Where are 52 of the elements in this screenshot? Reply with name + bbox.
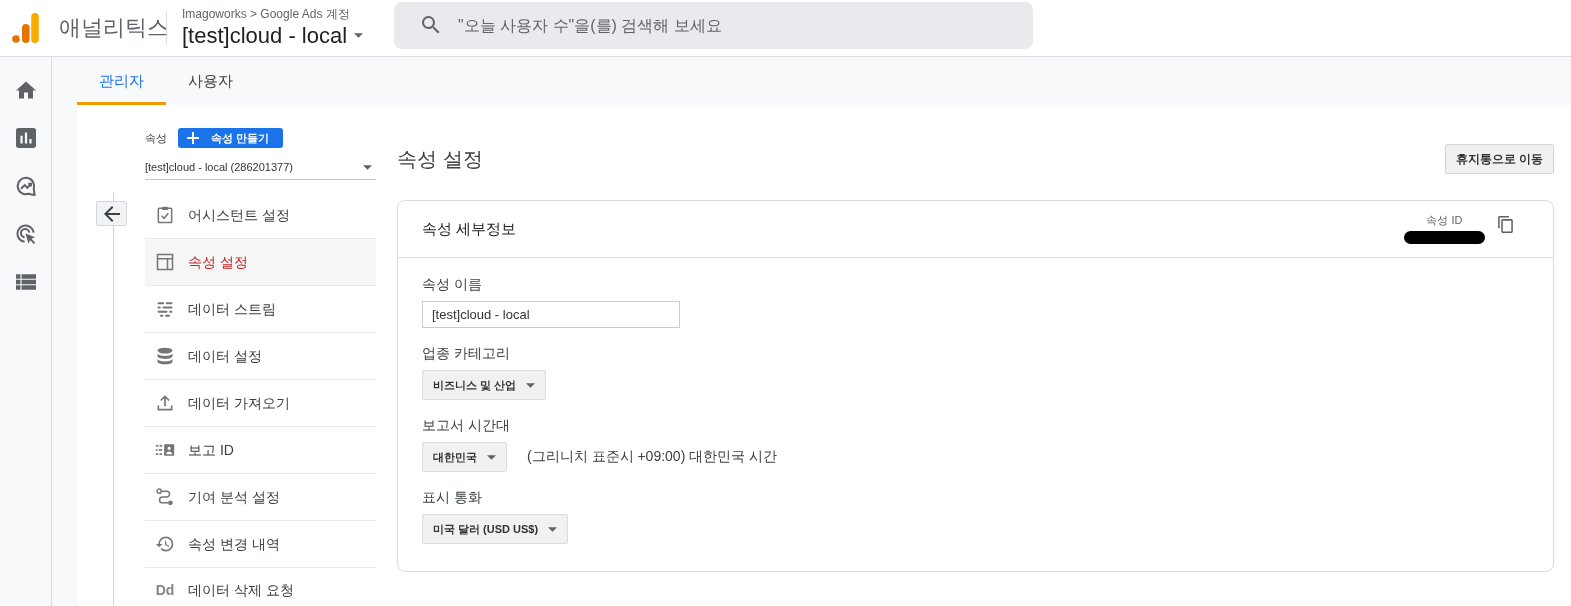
tab[interactable]: 사용자 [166,57,255,105]
nav-item[interactable]: 보고 ID [145,427,376,474]
search-icon [422,16,440,34]
bar-chart-icon[interactable] [15,128,36,148]
caret-icon [548,526,558,532]
nav-item[interactable]: 데이터 가져오기 [145,380,376,427]
page-title: 속성 설정 [397,147,483,172]
caret-icon [526,382,536,388]
caret-icon [363,164,372,170]
nav-item[interactable]: Dd 데이터 삭제 요청 [145,568,376,606]
home-icon[interactable] [15,80,36,100]
plus-icon [187,132,199,144]
field-label: 보고서 시간대 [422,416,510,435]
nav-item[interactable]: 데이터 스트림 [145,286,376,333]
timezone-note: (그리니치 표준시 +09:00) 대한민국 시간 [527,448,778,466]
logo-icon [12,13,39,43]
target-cursor-icon[interactable] [15,224,36,244]
caret-icon [487,454,496,460]
layout-icon [155,252,175,272]
stream-lines-icon [155,299,175,319]
create-property-button[interactable]: 속성 만들기 [178,128,284,148]
field-label: 표시 통화 [422,488,482,507]
account-title[interactable]: [test]cloud - local [182,21,348,50]
property-dropdown[interactable]: [test]cloud - local (286201377) [145,155,376,180]
nav-item[interactable]: 속성 설정 [145,239,376,286]
dropdown-button[interactable]: 미국 달러 (USD US$) [422,514,569,544]
breadcrumb[interactable]: Imagoworks > Google Ads 계정 [182,6,350,22]
product-name: 애널리틱스 [59,14,166,42]
field-label: 속성 이름 [422,275,482,294]
nav-item[interactable]: 기여 분석 설정 [145,474,376,521]
id-label: 속성 ID [1426,214,1463,227]
arrow-left-icon [103,205,120,222]
field-label: 업종 카테고리 [422,344,510,363]
history-icon [155,534,175,554]
nav-item[interactable]: 속성 변경 내역 [145,521,376,568]
caret-icon [354,33,364,38]
list-icon[interactable] [15,272,36,292]
search-field[interactable]: "오늘 사용자 수"을(를) 검색해 보세요 [394,2,1033,49]
dropdown-button[interactable]: 대한민국 [422,442,507,472]
card-title: 속성 세부정보 [422,219,517,239]
dropdown-button[interactable]: 비즈니스 및 산업 [422,370,547,400]
text-field[interactable]: [test]cloud - local [422,301,680,328]
database-icon [155,346,175,366]
clipboard-check-icon [155,205,175,225]
nav-item[interactable]: 데이터 설정 [145,333,376,380]
property-label: 속성 [145,131,167,146]
upload-icon [155,393,175,413]
copy-icon[interactable] [1498,216,1513,233]
back-button[interactable] [96,201,127,226]
dd-icon: Dd [155,580,175,600]
route-icon [155,487,175,507]
move-to-trash-button[interactable]: 휴지통으로 이동 [1444,144,1554,174]
